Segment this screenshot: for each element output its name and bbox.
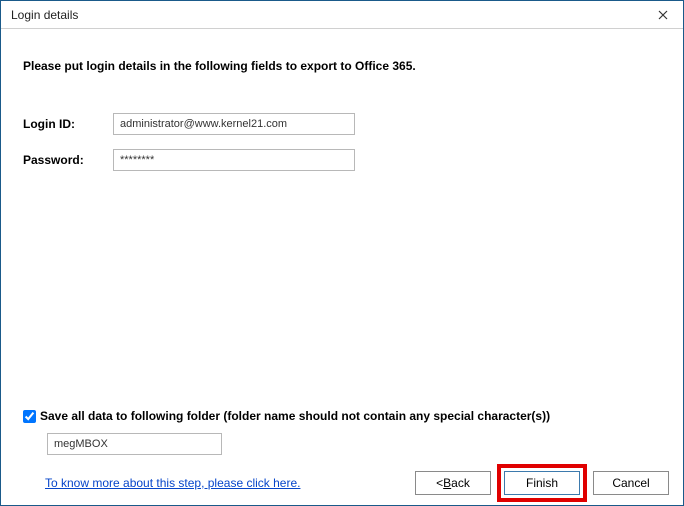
save-folder-label: Save all data to following folder (folde… bbox=[40, 409, 550, 423]
button-group: < Back Finish Cancel bbox=[415, 464, 669, 502]
window-title: Login details bbox=[11, 8, 78, 22]
login-id-label: Login ID: bbox=[23, 117, 113, 131]
finish-button[interactable]: Finish bbox=[504, 471, 580, 495]
instruction-text: Please put login details in the followin… bbox=[23, 59, 661, 73]
save-checkbox-row: Save all data to following folder (folde… bbox=[23, 409, 661, 423]
folder-name-input[interactable] bbox=[47, 433, 222, 455]
back-prefix: < bbox=[436, 476, 443, 490]
close-icon bbox=[658, 10, 668, 20]
close-button[interactable] bbox=[643, 1, 683, 28]
back-button[interactable]: < Back bbox=[415, 471, 491, 495]
save-folder-section: Save all data to following folder (folde… bbox=[23, 409, 661, 455]
password-row: Password: bbox=[23, 149, 661, 171]
cancel-button[interactable]: Cancel bbox=[593, 471, 669, 495]
title-bar: Login details bbox=[1, 1, 683, 29]
dialog-footer: To know more about this step, please cli… bbox=[1, 459, 683, 505]
login-id-row: Login ID: bbox=[23, 113, 661, 135]
password-input[interactable] bbox=[113, 149, 355, 171]
back-rest: ack bbox=[451, 476, 470, 490]
password-label: Password: bbox=[23, 153, 113, 167]
save-folder-checkbox[interactable] bbox=[23, 410, 36, 423]
login-id-input[interactable] bbox=[113, 113, 355, 135]
dialog-content: Please put login details in the followin… bbox=[1, 29, 683, 171]
help-link[interactable]: To know more about this step, please cli… bbox=[45, 476, 300, 490]
back-key: B bbox=[443, 476, 451, 490]
finish-highlight: Finish bbox=[497, 464, 587, 502]
